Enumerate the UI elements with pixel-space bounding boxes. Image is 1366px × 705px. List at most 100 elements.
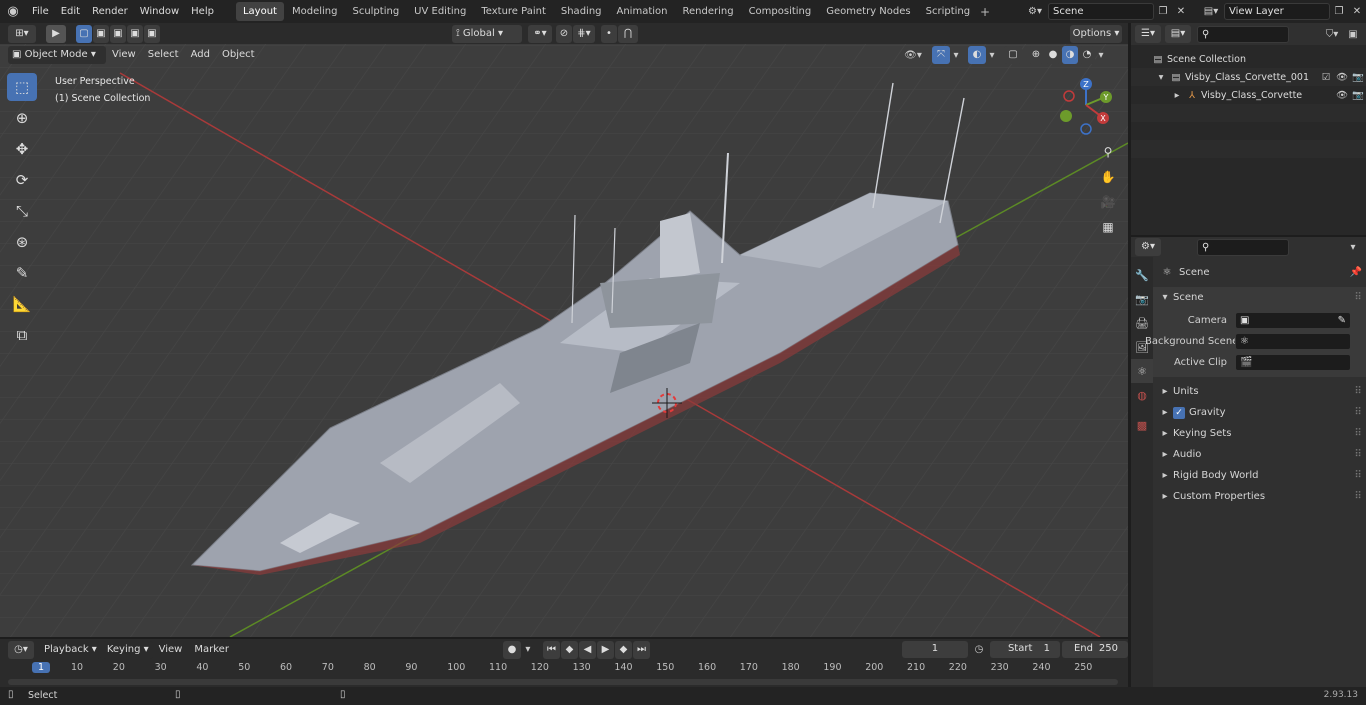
include-checkbox-icon[interactable]: ☑: [1318, 72, 1334, 83]
background-scene-field[interactable]: ⚛: [1235, 333, 1351, 350]
properties-search-input[interactable]: ⚲: [1197, 238, 1289, 256]
gizmo-toggle-icon[interactable]: ⤧: [932, 46, 950, 64]
overlay-dropdown-icon[interactable]: ▾: [986, 50, 998, 61]
tab-compositing[interactable]: Compositing: [742, 2, 819, 21]
tab-modeling[interactable]: Modeling: [285, 2, 345, 21]
units-panel-header[interactable]: ▸ Units ⠿: [1153, 381, 1366, 402]
editor-type-icon[interactable]: ⊞▾: [8, 24, 36, 43]
delete-view-layer-icon[interactable]: ✕: [1348, 6, 1366, 17]
filter-icon[interactable]: ⛉▾: [1320, 29, 1344, 40]
gizmo-dropdown-icon[interactable]: ▾: [950, 50, 962, 61]
tab-scripting[interactable]: Scripting: [919, 2, 977, 21]
timeline-scrollbar[interactable]: [8, 679, 1118, 685]
proportional-falloff-icon[interactable]: ⋂: [618, 24, 638, 43]
outliner-editor-type-icon[interactable]: ☰▾: [1135, 25, 1161, 43]
render-tab-icon[interactable]: 📷: [1131, 287, 1153, 311]
select-mode-extend-icon[interactable]: ▣: [93, 24, 109, 43]
play-icon[interactable]: ▶: [596, 640, 614, 659]
overlay-toggle-icon[interactable]: ◐: [968, 46, 986, 64]
camera-field[interactable]: ▣ ✎: [1235, 312, 1351, 329]
snap-target-icon[interactable]: ⋕▾: [573, 24, 595, 43]
object-mode-dropdown[interactable]: ▣ Object Mode ▾: [8, 46, 106, 64]
texture-tab-icon[interactable]: ▩: [1131, 413, 1153, 437]
display-mode-icon[interactable]: ▤▾: [1165, 25, 1191, 43]
drag-handle-icon[interactable]: ⠿: [1350, 407, 1366, 418]
pan-hand-icon[interactable]: ✋: [1097, 166, 1119, 188]
menu-add[interactable]: Add: [185, 45, 216, 65]
view-layer-selector-icon[interactable]: ▤▾: [1198, 6, 1224, 17]
move-icon[interactable]: ✥: [7, 135, 37, 163]
blender-logo-icon[interactable]: ◉: [0, 4, 26, 19]
timeline-view-menu[interactable]: View: [153, 639, 189, 660]
keying-sets-panel-header[interactable]: ▸ Keying Sets ⠿: [1153, 423, 1366, 444]
drag-handle-icon[interactable]: ⠿: [1350, 491, 1366, 502]
transform-icon[interactable]: ⊛: [7, 228, 37, 256]
copy-scene-icon[interactable]: ❐: [1154, 6, 1172, 17]
properties-options-icon[interactable]: ▾: [1344, 242, 1362, 253]
tab-sculpting[interactable]: Sculpting: [345, 2, 406, 21]
select-mode-subtract-icon[interactable]: ▣: [110, 24, 126, 43]
cursor-icon[interactable]: ⊕: [7, 104, 37, 132]
snap-icon[interactable]: ⊘: [556, 24, 572, 43]
tool-tab-icon[interactable]: 🔧: [1131, 263, 1153, 287]
options-dropdown[interactable]: Options ▾: [1070, 24, 1122, 43]
end-frame-field[interactable]: End 250: [1061, 641, 1128, 658]
menu-help[interactable]: Help: [185, 0, 220, 23]
world-tab-icon[interactable]: ◍: [1131, 383, 1153, 407]
3d-viewport[interactable]: ⊞▾ ▶ ▢ ▣ ▣ ▣ ▣ ⟟ Global ▾ ⚭▾ ⊘ ⋕▾ • ⋂ Op…: [0, 23, 1128, 637]
outliner-row-object[interactable]: ▸ ⅄ Visby_Class_Corvette 👁 📷: [1131, 86, 1366, 104]
pin-icon[interactable]: 📌: [1346, 267, 1366, 278]
tab-animation[interactable]: Animation: [610, 2, 675, 21]
tab-uv-editing[interactable]: UV Editing: [407, 2, 473, 21]
select-mode-new-icon[interactable]: ▢: [76, 24, 92, 43]
output-tab-icon[interactable]: 🖨: [1131, 311, 1153, 335]
tweak-tool-icon[interactable]: ▶: [46, 24, 66, 43]
tab-shading[interactable]: Shading: [554, 2, 609, 21]
tab-rendering[interactable]: Rendering: [675, 2, 740, 21]
current-frame-field[interactable]: 1: [901, 641, 968, 658]
new-collection-icon[interactable]: ▣: [1344, 29, 1362, 40]
select-mode-invert-icon[interactable]: ▣: [127, 24, 143, 43]
transform-orientation-dropdown[interactable]: ⟟ Global ▾: [452, 24, 522, 43]
eye-icon[interactable]: 👁: [1334, 72, 1350, 83]
current-frame-marker[interactable]: 1: [32, 662, 51, 673]
view-layer-field[interactable]: View Layer: [1224, 3, 1330, 20]
zoom-icon[interactable]: ⚲: [1097, 141, 1119, 163]
gravity-panel-header[interactable]: ▸ ✓ Gravity ⠿: [1153, 402, 1366, 423]
scale-icon[interactable]: ⤡: [7, 197, 37, 225]
solid-shading-icon[interactable]: ●: [1045, 46, 1061, 64]
navigation-gizmo[interactable]: Z Y X: [1056, 75, 1118, 137]
jump-start-icon[interactable]: ⏮: [542, 640, 560, 659]
annotate-icon[interactable]: ✎: [7, 259, 37, 287]
jump-end-icon[interactable]: ⏭: [632, 640, 650, 659]
outliner-row-collection[interactable]: ▾ ▤ Visby_Class_Corvette_001 ☑ 👁 📷: [1131, 68, 1366, 86]
tab-layout[interactable]: Layout: [235, 2, 284, 21]
camera-icon[interactable]: 📷: [1350, 90, 1366, 101]
drag-handle-icon[interactable]: ⠿: [1350, 449, 1366, 460]
scene-selector-icon[interactable]: ⚙▾: [1022, 6, 1048, 17]
active-clip-field[interactable]: 🎬: [1235, 354, 1351, 371]
drag-handle-icon[interactable]: ⠿: [1350, 428, 1366, 439]
keying-menu[interactable]: Keying ▾: [102, 640, 153, 659]
keying-dropdown-icon[interactable]: ▾: [521, 644, 535, 655]
timeline-editor-type-icon[interactable]: ◷▾: [8, 640, 34, 659]
menu-object[interactable]: Object: [216, 45, 261, 65]
visibility-icon[interactable]: 👁▾: [900, 50, 926, 61]
playback-menu[interactable]: Playback ▾: [40, 640, 101, 659]
pivot-point-icon[interactable]: ⚭▾: [528, 24, 552, 43]
camera-view-icon[interactable]: 🎥: [1097, 191, 1119, 213]
timeline-marker-menu[interactable]: Marker: [188, 639, 235, 660]
outliner-search-input[interactable]: ⚲: [1197, 25, 1289, 43]
menu-view[interactable]: View: [106, 45, 142, 65]
play-reverse-icon[interactable]: ◀: [578, 640, 596, 659]
add-workspace-icon[interactable]: +: [978, 5, 992, 19]
menu-edit[interactable]: Edit: [55, 0, 86, 23]
preview-range-icon[interactable]: ◷: [968, 644, 990, 655]
ortho-toggle-icon[interactable]: ▦: [1097, 216, 1119, 238]
wireframe-shading-icon[interactable]: ⊕: [1028, 46, 1044, 64]
scene-panel-header[interactable]: ▾ Scene ⠿: [1153, 287, 1366, 308]
auto-keying-icon[interactable]: ●: [502, 640, 521, 659]
measure-icon[interactable]: 📐: [7, 290, 37, 318]
drag-handle-icon[interactable]: ⠿: [1350, 292, 1366, 303]
properties-editor-type-icon[interactable]: ⚙▾: [1135, 238, 1161, 256]
